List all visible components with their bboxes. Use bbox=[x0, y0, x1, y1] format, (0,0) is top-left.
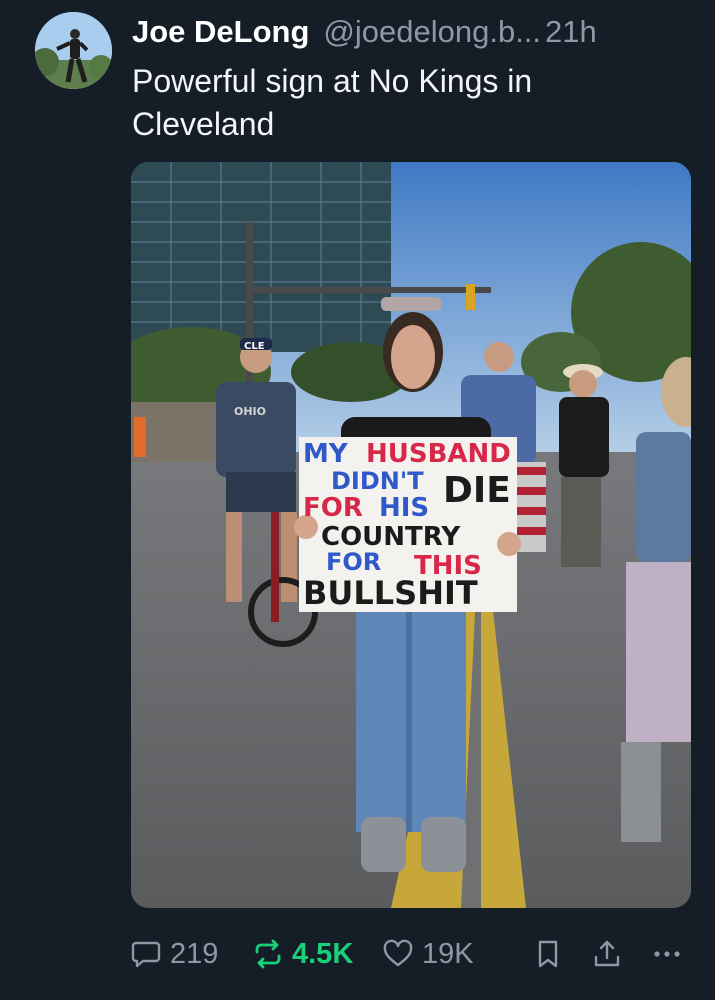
more-options-button[interactable] bbox=[651, 930, 683, 978]
cap-logo: CLE bbox=[244, 341, 265, 352]
like-button[interactable]: 19K bbox=[382, 930, 474, 978]
sign-line-2-a: DIDN'T bbox=[331, 467, 424, 495]
author-handle[interactable]: @joedelong.b... bbox=[323, 14, 541, 50]
bookmark-button[interactable] bbox=[532, 930, 564, 978]
sign-line-1-a: MY bbox=[303, 439, 349, 469]
reply-bubble-icon bbox=[131, 941, 161, 968]
like-count: 19K bbox=[422, 937, 474, 970]
post-timestamp[interactable]: 21h bbox=[545, 14, 597, 50]
reply-count: 219 bbox=[170, 937, 219, 970]
sign-line-6: BULLSHIT bbox=[303, 574, 478, 612]
more-dots-icon bbox=[654, 951, 680, 957]
sign-line-5-a: FOR bbox=[326, 548, 381, 576]
author-avatar[interactable] bbox=[35, 12, 112, 89]
protest-photo: MY HUSBAND DIDN'T DIE FOR HIS COUNTRY FO… bbox=[131, 162, 691, 908]
heart-icon bbox=[383, 939, 413, 967]
avatar-photo bbox=[35, 12, 112, 89]
share-button[interactable] bbox=[591, 930, 623, 978]
sign-line-3-a: FOR bbox=[303, 493, 363, 523]
sign-line-3-b: HIS bbox=[379, 493, 429, 523]
shirt-text: OHIO bbox=[234, 405, 266, 418]
repost-arrows-icon bbox=[255, 939, 281, 969]
post-image[interactable]: MY HUSBAND DIDN'T DIE FOR HIS COUNTRY FO… bbox=[131, 162, 691, 908]
sign-line-2-b: DIE bbox=[443, 470, 511, 511]
author-display-name[interactable]: Joe DeLong bbox=[132, 14, 309, 50]
repost-count: 4.5K bbox=[292, 937, 354, 970]
repost-button[interactable]: 4.5K bbox=[252, 930, 353, 978]
bookmark-icon bbox=[538, 940, 558, 968]
post-header: Joe DeLong @joedelong.b... 21h bbox=[132, 14, 695, 54]
post-action-bar: 219 4.5K 19K bbox=[130, 930, 690, 978]
sign-line-1-b: HUSBAND bbox=[366, 439, 511, 469]
share-upload-icon bbox=[594, 940, 620, 967]
post-text: Powerful sign at No Kings in Cleveland bbox=[132, 63, 533, 142]
reply-button[interactable]: 219 bbox=[130, 930, 218, 978]
